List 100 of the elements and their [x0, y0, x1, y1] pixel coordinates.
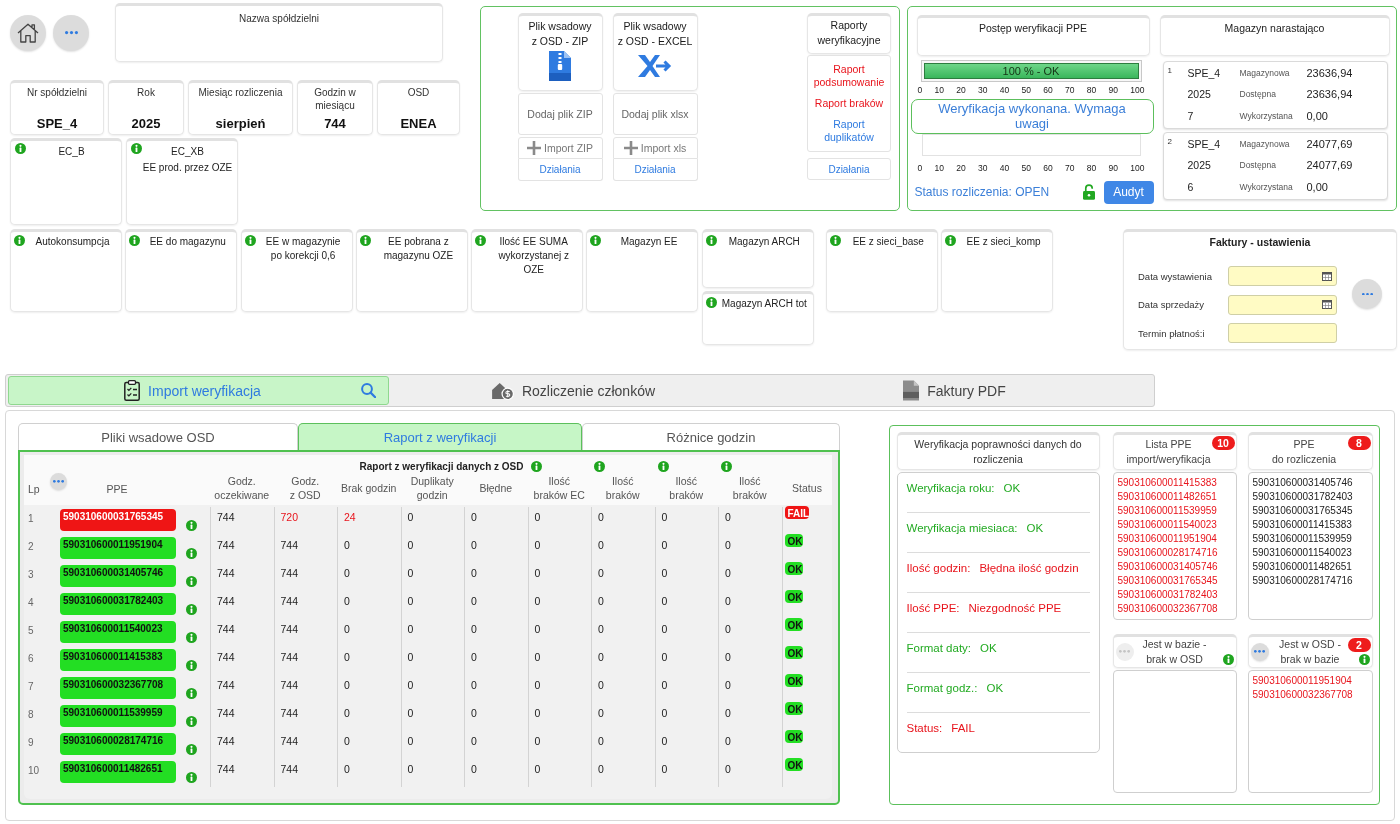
tab[interactable]: Faktury PDF [770, 376, 1151, 405]
tab[interactable]: Różnice godzin [582, 423, 840, 450]
info-icon[interactable] [657, 461, 669, 472]
more-button[interactable] [50, 473, 67, 490]
audit-button[interactable]: Audyt [1103, 180, 1154, 204]
info-icon[interactable] [359, 235, 371, 246]
info-icon[interactable] [186, 660, 197, 671]
ppe-number[interactable]: 590310600011539959 [1117, 503, 1232, 518]
ppe-number[interactable]: 590310600031782403 [1117, 587, 1232, 602]
date-field[interactable] [1228, 266, 1337, 286]
check-result: OK [1026, 521, 1044, 534]
more-button[interactable] [1250, 642, 1269, 661]
more-button[interactable] [53, 15, 89, 51]
info-icon[interactable] [475, 235, 487, 246]
info-icon[interactable] [186, 576, 197, 587]
ppe-number[interactable]: 590310600011951904 [1252, 673, 1368, 688]
ppe-number[interactable]: 590310600011951904 [1117, 531, 1232, 546]
ppe-number[interactable]: 590310600031405746 [1117, 559, 1232, 574]
info-icon[interactable] [705, 235, 717, 246]
ppe-tag[interactable]: 590310600032367708 [60, 677, 176, 699]
file-drop-field[interactable]: Dodaj plik ZIP [517, 93, 603, 135]
home-button[interactable] [10, 15, 46, 51]
report-link[interactable]: Raport braków [814, 96, 884, 111]
info-icon[interactable] [1222, 653, 1234, 665]
tab[interactable]: Import weryfikacja [8, 376, 389, 405]
ppe-tag[interactable]: 590310600011540023 [60, 621, 176, 643]
info-icon[interactable] [705, 297, 717, 308]
info-icon[interactable] [14, 235, 25, 246]
table-cell: 720 [273, 507, 337, 535]
date-field[interactable] [1228, 294, 1337, 315]
ppe-tag[interactable]: 590310600031405746 [60, 565, 176, 587]
ppe-number[interactable]: 590310600031405746 [1252, 475, 1368, 490]
row-number: 5 [27, 624, 35, 638]
info-icon[interactable] [186, 744, 197, 755]
actions-link[interactable]: Działania [612, 159, 698, 181]
info-icon[interactable] [186, 604, 197, 615]
ppe-tag[interactable]: 590310600011415383 [60, 649, 176, 671]
info-icon[interactable] [186, 548, 197, 559]
table-cell: 0 [654, 535, 718, 563]
search-icon[interactable] [361, 383, 376, 398]
actions-link[interactable]: Działania [807, 158, 891, 180]
ppe-tag[interactable]: 590310600028174716 [60, 733, 176, 755]
ppe-number[interactable]: 590310600011539959 [1252, 531, 1368, 546]
text-field[interactable] [1228, 323, 1337, 343]
ppe-number[interactable]: 590310600011540023 [1117, 517, 1232, 532]
column-header: Godz. z OSD [288, 473, 322, 503]
ppe-number[interactable]: 590310600031782403 [1252, 489, 1368, 504]
table-cell: 0 [400, 563, 464, 591]
table-cell: 744 [273, 703, 337, 731]
ppe-number[interactable]: 590310600028174716 [1252, 573, 1368, 588]
info-icon[interactable] [186, 688, 197, 699]
tab[interactable]: Rozliczenie członków [389, 376, 770, 405]
info-icon[interactable] [186, 520, 197, 531]
scale-label: 20 [956, 162, 966, 173]
info-icon[interactable] [186, 772, 197, 783]
ppe-number[interactable]: 590310600011415383 [1252, 517, 1368, 532]
ppe-tag[interactable]: 590310600011482651 [60, 761, 176, 783]
ppe-tag[interactable]: 590310600031782403 [60, 593, 176, 615]
info-icon[interactable] [594, 461, 605, 472]
ppe-number[interactable]: 590310600011482651 [1117, 489, 1232, 504]
ppe-tag[interactable]: 590310600031765345 [60, 509, 176, 531]
info-icon[interactable] [129, 235, 141, 246]
info-icon[interactable] [244, 235, 256, 246]
file-drop-field[interactable]: Dodaj plik xlsx [612, 93, 698, 135]
table-cell: 0 [718, 591, 782, 619]
ppe-number[interactable]: 590310600031765345 [1252, 503, 1368, 518]
info-icon[interactable] [721, 461, 732, 472]
report-link[interactable]: Raport podsumowanie [810, 62, 888, 90]
ppe-number[interactable]: 590310600032367708 [1252, 687, 1368, 702]
info-icon[interactable] [131, 143, 142, 154]
tab[interactable]: Raport z weryfikacji [298, 423, 582, 450]
ppe-number[interactable]: 590310600028174716 [1117, 545, 1232, 560]
ppe-number[interactable]: 590310600011540023 [1252, 545, 1368, 560]
actions-link[interactable]: Działania [517, 159, 603, 181]
open-padlock-icon[interactable] [1082, 184, 1095, 200]
column-header: Lp [27, 483, 41, 495]
ppe-number[interactable]: 590310600031765345 [1117, 573, 1232, 588]
ppe-number[interactable]: 590310600011415383 [1117, 475, 1232, 490]
row-number: 6 [27, 652, 35, 666]
import-button[interactable]: Import xls [612, 137, 698, 159]
table-cell: 0 [400, 507, 464, 535]
info-icon[interactable] [186, 632, 197, 643]
check-result: OK [986, 681, 1004, 694]
ppe-tag[interactable]: 590310600011951904 [60, 537, 176, 559]
info-icon[interactable] [1358, 653, 1370, 665]
info-icon[interactable] [530, 461, 542, 472]
record-number: 1 [1167, 64, 1173, 75]
import-button[interactable]: Import ZIP [517, 137, 603, 159]
ppe-number[interactable]: 590310600011482651 [1252, 559, 1368, 574]
amount-value: 23636,94 [1306, 88, 1354, 101]
info-icon[interactable] [15, 143, 26, 154]
info-icon[interactable] [186, 716, 197, 727]
ppe-tag[interactable]: 590310600011539959 [60, 705, 176, 727]
card-label: EC_B [58, 145, 85, 159]
ppe-number[interactable]: 590310600032367708 [1117, 601, 1232, 616]
info-icon[interactable] [590, 235, 602, 246]
info-icon[interactable] [945, 235, 957, 246]
info-icon[interactable] [829, 235, 841, 246]
report-link[interactable]: Raport duplikatów [810, 117, 888, 145]
tab[interactable]: Pliki wsadowe OSD [18, 423, 298, 450]
